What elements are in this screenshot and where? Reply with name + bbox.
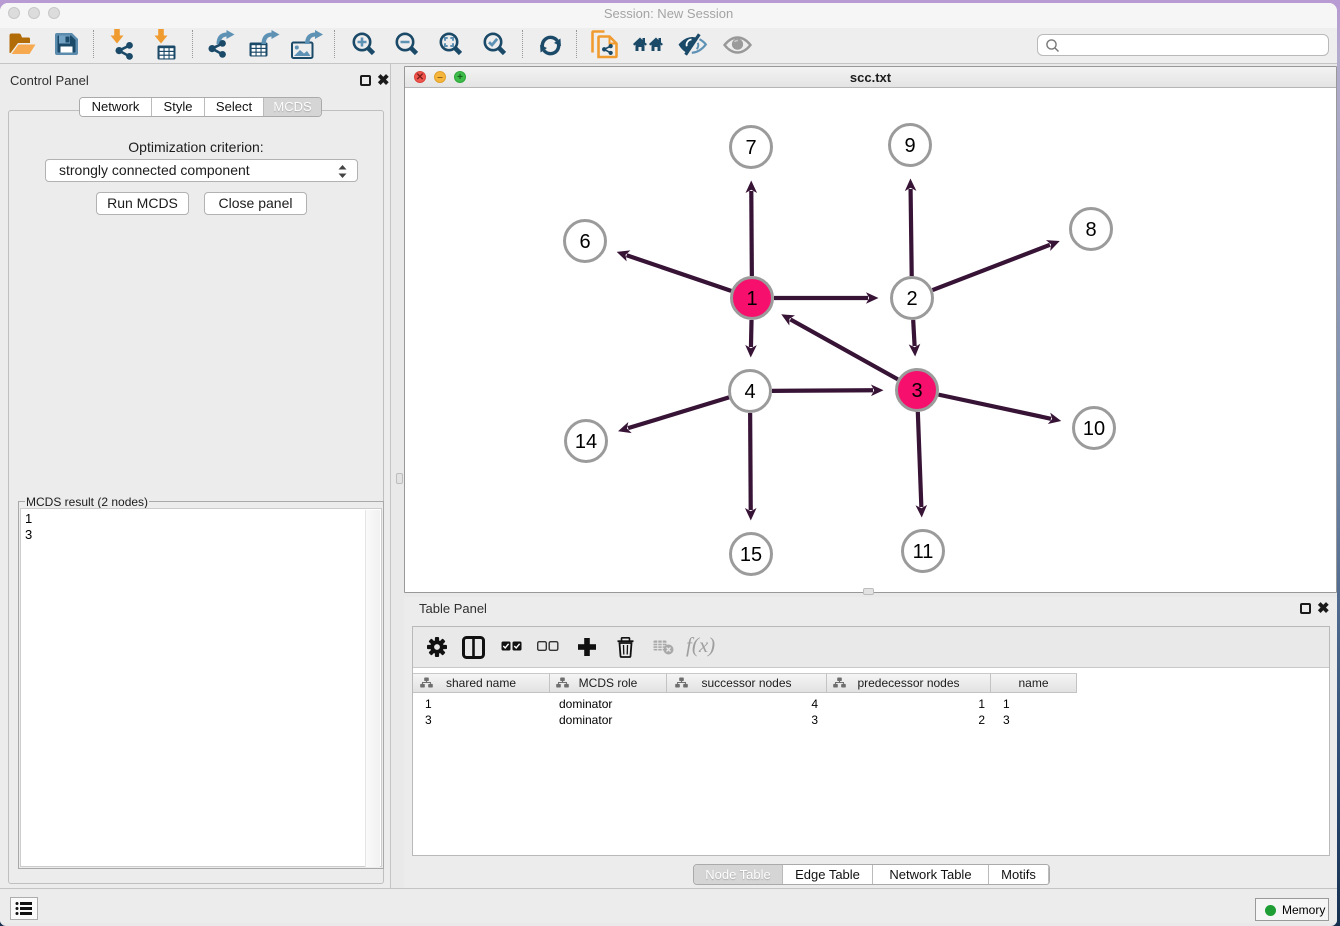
svg-text:14: 14	[575, 431, 597, 453]
svg-text:4: 4	[744, 381, 755, 403]
svg-text:9: 9	[904, 135, 915, 157]
svg-text:8: 8	[1085, 219, 1096, 241]
svg-text:1: 1	[746, 288, 757, 310]
svg-text:15: 15	[740, 544, 762, 566]
svg-text:7: 7	[745, 137, 756, 159]
svg-text:11: 11	[913, 541, 934, 563]
svg-text:6: 6	[579, 231, 590, 253]
svg-text:10: 10	[1083, 418, 1105, 440]
svg-text:3: 3	[911, 380, 922, 402]
svg-text:2: 2	[906, 288, 917, 310]
